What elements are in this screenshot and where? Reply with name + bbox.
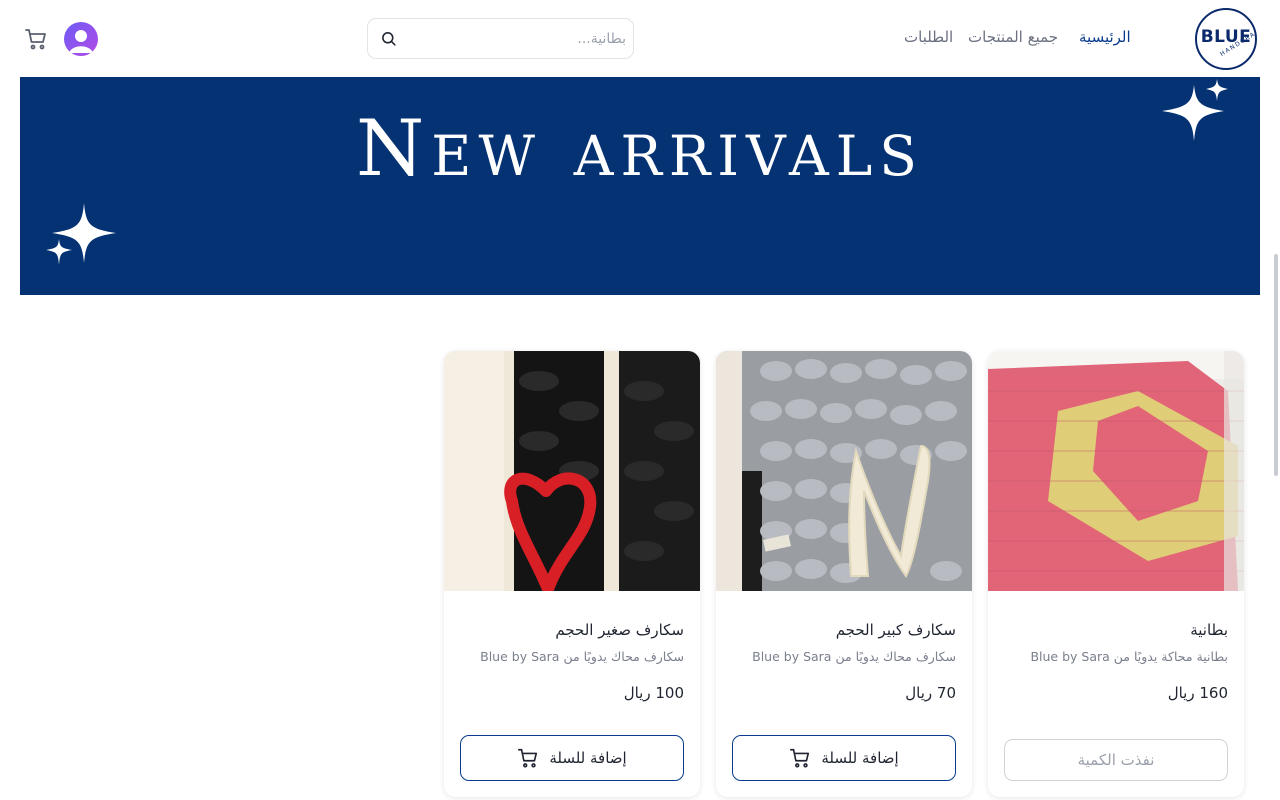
search-box [367,18,634,59]
sparkle-icon [1162,79,1228,141]
product-price: 100 ريال [623,684,684,702]
nav-link-orders[interactable]: الطلبات [904,28,953,46]
product-description: سكارف محاك يدويًا من Blue by Sara [752,649,956,664]
product-card[interactable]: بطانية بطانية محاكة يدويًا من Blue by Sa… [988,351,1244,797]
button-label: نفذت الكمية [1077,751,1155,769]
banner-title: New arrivals [356,104,924,194]
cart-icon[interactable] [24,27,48,51]
scrollbar-thumb[interactable] [1274,254,1278,476]
top-navbar: BLUE HANDCRAFTS الرئيسية جميع المنتجات ا… [0,0,1280,77]
sparkle-icon [46,203,116,265]
product-name[interactable]: بطانية [1190,621,1228,639]
product-image-blanket[interactable] [988,351,1244,591]
product-price: 160 ريال [1167,684,1228,702]
nav-link-home[interactable]: الرئيسية [1079,28,1131,46]
product-image-large-scarf[interactable] [716,351,972,591]
cart-icon [790,748,810,768]
cart-icon [518,748,538,768]
out-of-stock-button: نفذت الكمية [1004,739,1228,781]
new-arrivals-banner: New arrivals [20,77,1260,295]
product-card[interactable]: سكارف كبير الحجم سكارف محاك يدويًا من Bl… [716,351,972,797]
add-to-cart-button[interactable]: إضافة للسلة [460,735,684,781]
brand-logo[interactable]: BLUE HANDCRAFTS [1195,8,1257,70]
button-label: إضافة للسلة [821,749,899,767]
nav-link-all-products[interactable]: جميع المنتجات [968,28,1058,46]
product-name[interactable]: سكارف صغير الحجم [555,621,684,639]
product-description: سكارف محاك يدويًا من Blue by Sara [480,649,684,664]
add-to-cart-button[interactable]: إضافة للسلة [732,735,956,781]
user-avatar-icon[interactable] [64,22,98,56]
page: BLUE HANDCRAFTS الرئيسية جميع المنتجات ا… [0,0,1280,800]
product-image-small-scarf[interactable] [444,351,700,591]
product-card[interactable]: سكارف صغير الحجم سكارف محاك يدويًا من Bl… [444,351,700,797]
search-input[interactable] [404,20,626,57]
product-description: بطانية محاكة يدويًا من Blue by Sara [1030,649,1228,664]
search-icon[interactable] [380,30,397,47]
product-price: 70 ريال [905,684,956,702]
button-label: إضافة للسلة [549,749,627,767]
product-name[interactable]: سكارف كبير الحجم [836,621,956,639]
